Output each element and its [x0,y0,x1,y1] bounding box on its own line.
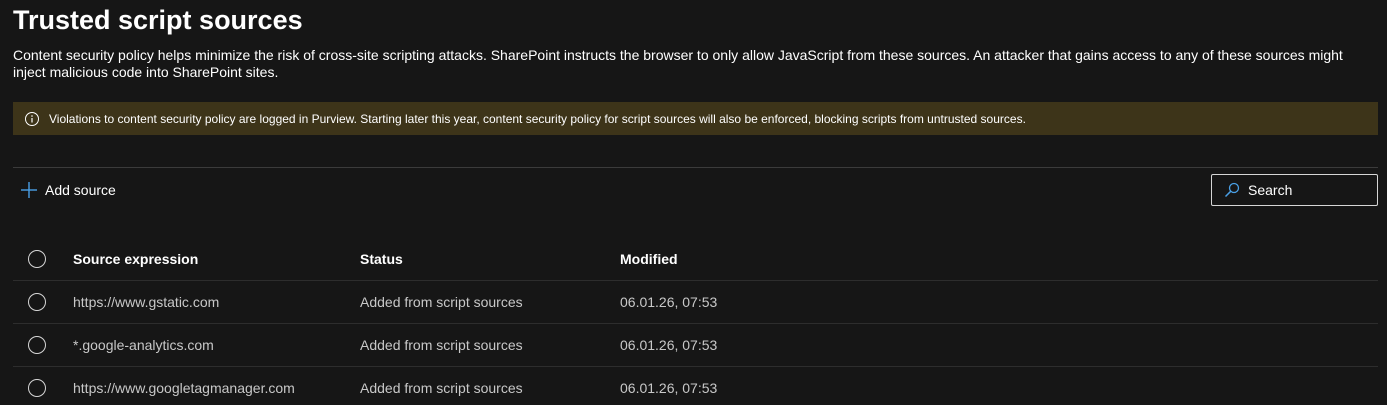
status-cell: Added from script sources [360,380,523,396]
page-title: Trusted script sources [13,5,303,35]
plus-icon [20,181,38,199]
status-cell: Added from script sources [360,294,523,310]
select-all-radio[interactable] [28,250,46,268]
trusted-script-sources-page: Trusted script sources Content security … [0,0,1387,405]
source-expression-cell: https://www.googletagmanager.com [73,380,295,396]
status-cell: Added from script sources [360,337,523,353]
search-icon [1224,182,1240,198]
info-banner: Violations to content security policy ar… [13,102,1378,135]
modified-cell: 06.01.26, 07:53 [620,380,718,396]
search-input[interactable] [1248,182,1368,198]
source-expression-cell: *.google-analytics.com [73,337,214,353]
column-header-status[interactable]: Status [360,237,403,280]
sources-table: Source expression Status Modified https:… [13,237,1378,405]
divider [13,167,1378,168]
modified-cell: 06.01.26, 07:53 [620,337,718,353]
source-expression-cell: https://www.gstatic.com [73,294,220,310]
page-description: Content security policy helps minimize t… [13,47,1343,80]
column-header-source-expression[interactable]: Source expression [73,237,198,280]
modified-cell: 06.01.26, 07:53 [620,294,718,310]
table-row[interactable]: *.google-analytics.com Added from script… [13,324,1378,367]
banner-text: Violations to content security policy ar… [49,111,1026,126]
add-source-label: Add source [45,182,116,198]
row-select-radio[interactable] [28,336,46,354]
table-row[interactable]: https://www.googletagmanager.com Added f… [13,367,1378,405]
info-icon [24,111,40,127]
column-header-modified[interactable]: Modified [620,237,678,280]
table-header-row: Source expression Status Modified [13,237,1378,281]
row-select-radio[interactable] [28,293,46,311]
table-row[interactable]: https://www.gstatic.com Added from scrip… [13,281,1378,324]
row-select-radio[interactable] [28,379,46,397]
add-source-button[interactable]: Add source [20,179,116,201]
search-box[interactable] [1211,174,1378,206]
